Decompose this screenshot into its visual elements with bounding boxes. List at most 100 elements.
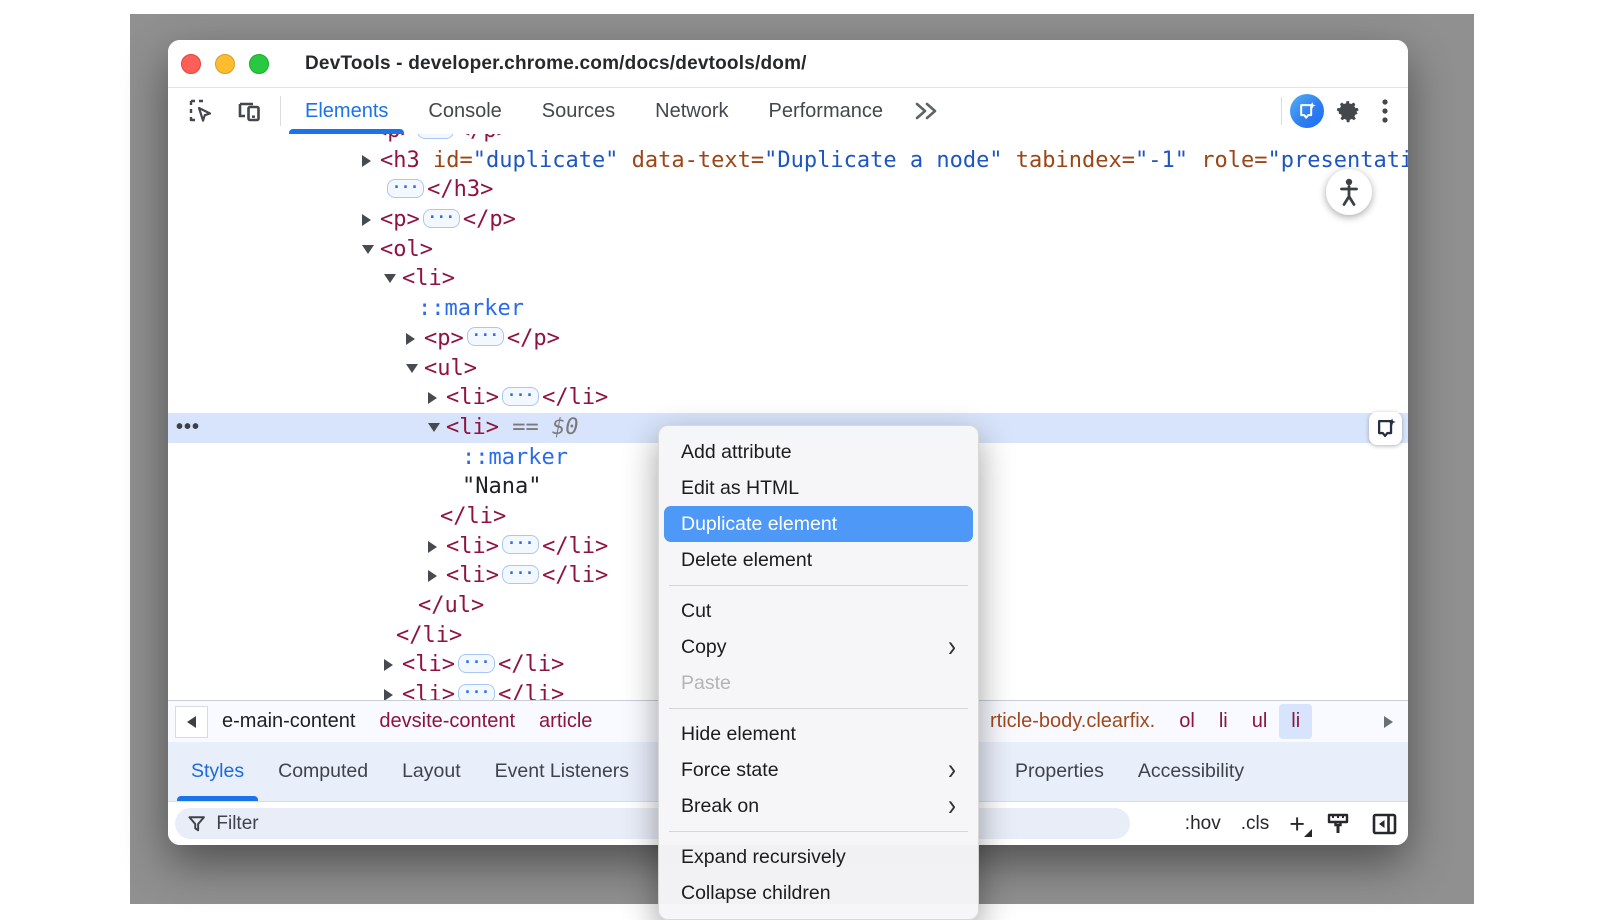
- tree-row[interactable]: ::marker: [168, 294, 1408, 324]
- breadcrumb-item-ul[interactable]: ul: [1240, 704, 1280, 739]
- breadcrumb-item-devsite-content[interactable]: devsite-content: [367, 704, 527, 739]
- tree-row[interactable]: <ul>: [168, 354, 1408, 384]
- code-token-tag: <li>: [446, 563, 499, 588]
- breadcrumb-item-article[interactable]: article: [527, 704, 604, 739]
- close-window-button[interactable]: [181, 54, 201, 74]
- collapsed-content-ellipsis-icon[interactable]: ···: [423, 209, 460, 228]
- toggle-element-classes-button[interactable]: .cls: [1241, 813, 1270, 835]
- collapsed-content-ellipsis-icon[interactable]: ···: [458, 654, 495, 673]
- tree-row[interactable]: <p>···</p>: [168, 324, 1408, 354]
- row-overflow-dots-icon[interactable]: •••: [176, 413, 200, 443]
- menu-item-duplicate-element[interactable]: Duplicate element: [664, 506, 973, 542]
- dock-side-icon[interactable]: [1371, 811, 1398, 837]
- menu-item-add-attribute[interactable]: Add attribute: [664, 434, 973, 470]
- zoom-window-button[interactable]: [249, 54, 269, 74]
- tree-row[interactable]: <ol>: [168, 235, 1408, 265]
- tree-row[interactable]: <h3 id="duplicate" data-text="Duplicate …: [168, 146, 1408, 176]
- expander-closed-icon[interactable]: [384, 650, 402, 680]
- breadcrumb-item-rticle-body-clearfix-[interactable]: rticle-body.clearfix.: [978, 704, 1167, 739]
- expander-closed-icon[interactable]: [428, 532, 446, 562]
- toggle-hover-state-button[interactable]: :hov: [1185, 813, 1221, 835]
- submenu-chevron-icon: ›: [948, 791, 956, 821]
- expander-closed-icon[interactable]: [428, 561, 446, 591]
- styles-tab-properties[interactable]: Properties: [998, 742, 1121, 801]
- menu-separator: [669, 708, 968, 709]
- collapsed-content-ellipsis-icon[interactable]: ···: [467, 327, 504, 346]
- expander-closed-icon[interactable]: [406, 324, 424, 354]
- expander-closed-icon[interactable]: [428, 383, 446, 413]
- styles-tabs-left: StylesComputedLayoutEvent Listeners: [174, 742, 646, 801]
- tree-row[interactable]: <p>···</p>: [168, 205, 1408, 235]
- styles-tab-styles[interactable]: Styles: [174, 742, 261, 801]
- tree-row[interactable]: <li>···</li>: [168, 383, 1408, 413]
- menu-item-edit-as-html[interactable]: Edit as HTML: [664, 470, 973, 506]
- styles-tabs-right: PropertiesAccessibility: [998, 742, 1261, 801]
- expander-open-icon[interactable]: [384, 264, 402, 294]
- menu-item-copy[interactable]: Copy›: [664, 629, 973, 665]
- collapsed-content-ellipsis-icon[interactable]: ···: [458, 684, 495, 700]
- styles-tab-event-listeners[interactable]: Event Listeners: [478, 742, 646, 801]
- panel-tabs: ElementsConsoleSourcesNetworkPerformance: [285, 88, 903, 134]
- breadcrumb-item-e-main-content[interactable]: e-main-content: [210, 704, 367, 739]
- tab-elements[interactable]: Elements: [285, 88, 408, 134]
- breadcrumb-scroll-right-button[interactable]: [1372, 706, 1405, 738]
- rendering-emulation-icon[interactable]: [1325, 811, 1351, 837]
- menu-item-break-on[interactable]: Break on›: [664, 788, 973, 824]
- code-token-tag: </li>: [498, 682, 564, 700]
- minimize-window-button[interactable]: [215, 54, 235, 74]
- toolbar-divider: [280, 96, 281, 126]
- styles-tab-layout[interactable]: Layout: [385, 742, 478, 801]
- tab-console[interactable]: Console: [408, 88, 521, 134]
- code-token-val: "-1": [1135, 148, 1188, 173]
- breadcrumb-item-li[interactable]: li: [1279, 704, 1312, 739]
- new-style-rule-button[interactable]: +: [1289, 814, 1305, 834]
- code-token-val: "Duplicate a node": [764, 148, 1002, 173]
- ai-assistant-icon[interactable]: [1290, 94, 1324, 128]
- settings-gear-icon[interactable]: [1332, 94, 1366, 128]
- collapsed-content-ellipsis-icon[interactable]: ···: [417, 134, 454, 139]
- tree-row[interactable]: <li>: [168, 264, 1408, 294]
- expander-open-icon[interactable]: [406, 354, 424, 384]
- context-menu: Add attributeEdit as HTMLDuplicate eleme…: [658, 425, 979, 920]
- breadcrumb-item-ol[interactable]: ol: [1167, 704, 1207, 739]
- tab-performance[interactable]: Performance: [749, 88, 904, 134]
- tab-network[interactable]: Network: [635, 88, 748, 134]
- toggle-device-toolbar-icon[interactable]: [232, 94, 266, 128]
- menu-item-collapse-children[interactable]: Collapse children: [664, 875, 973, 911]
- styles-filter-field[interactable]: [175, 808, 1130, 839]
- code-token-tag: <p>: [374, 134, 414, 143]
- styles-tab-computed[interactable]: Computed: [261, 742, 385, 801]
- titlebar: DevTools - developer.chrome.com/docs/dev…: [168, 40, 1408, 88]
- code-token-tag: </li>: [498, 652, 564, 677]
- more-tabs-icon[interactable]: [903, 88, 949, 134]
- code-token-pseudo: ::marker: [418, 296, 524, 321]
- breadcrumb-item-li[interactable]: li: [1207, 704, 1240, 739]
- menu-item-hide-element[interactable]: Hide element: [664, 716, 973, 752]
- tree-row[interactable]: <p>···</p>: [168, 134, 1408, 146]
- tree-row[interactable]: ···</h3>: [168, 175, 1408, 205]
- collapsed-content-ellipsis-icon[interactable]: ···: [502, 565, 539, 584]
- menu-item-cut[interactable]: Cut: [664, 593, 973, 629]
- expander-open-icon[interactable]: [428, 413, 446, 443]
- expander-closed-icon[interactable]: [362, 205, 380, 235]
- breadcrumb-scroll-left-button[interactable]: [175, 706, 208, 738]
- accessibility-person-icon[interactable]: [1326, 169, 1372, 215]
- code-token-tag: </li>: [542, 534, 608, 559]
- tab-sources[interactable]: Sources: [522, 88, 635, 134]
- collapsed-content-ellipsis-icon[interactable]: ···: [387, 179, 424, 198]
- expander-closed-icon[interactable]: [362, 146, 380, 176]
- menu-item-expand-recursively[interactable]: Expand recursively: [664, 839, 973, 875]
- menu-item-force-state[interactable]: Force state›: [664, 752, 973, 788]
- kebab-menu-icon[interactable]: [1374, 94, 1396, 128]
- breadcrumb-right-group: rticle-body.clearfix.olliulli: [978, 701, 1312, 742]
- expander-open-icon[interactable]: [362, 235, 380, 265]
- menu-item-delete-element[interactable]: Delete element: [664, 542, 973, 578]
- collapsed-content-ellipsis-icon[interactable]: ···: [502, 535, 539, 554]
- expander-closed-icon[interactable]: [384, 680, 402, 700]
- inspect-element-icon[interactable]: [184, 94, 218, 128]
- collapsed-content-ellipsis-icon[interactable]: ···: [502, 387, 539, 406]
- code-token-tag: <ol>: [380, 237, 433, 262]
- toolbar-right-divider: [1281, 97, 1282, 125]
- ask-ai-row-icon[interactable]: [1369, 412, 1402, 445]
- styles-tab-accessibility[interactable]: Accessibility: [1121, 742, 1261, 801]
